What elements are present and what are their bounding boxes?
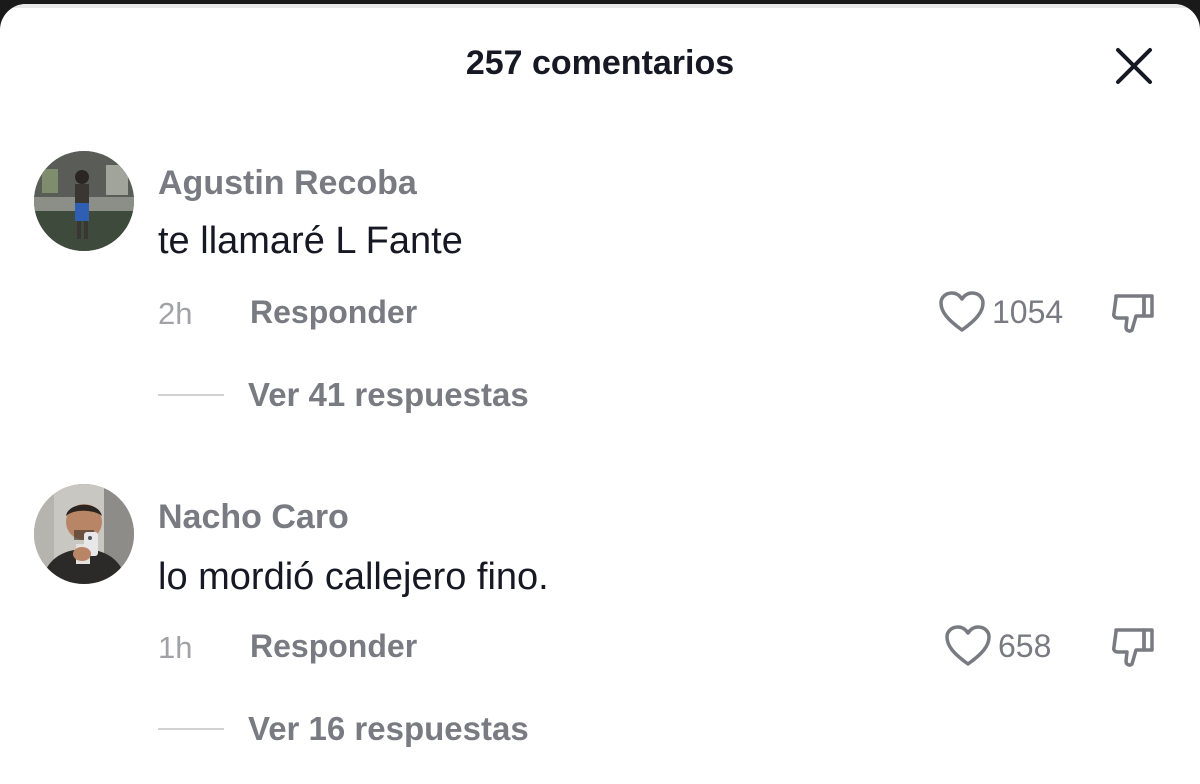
comment-username[interactable]: Nacho Caro	[158, 498, 349, 537]
comments-count-title: 257 comentarios	[465, 44, 735, 82]
thumbs-down-icon	[1112, 628, 1154, 667]
like-button[interactable]: 1054	[938, 290, 1063, 334]
like-button[interactable]: 658	[944, 624, 1051, 668]
avatar[interactable]	[34, 484, 134, 584]
dislike-button[interactable]	[1108, 290, 1156, 338]
like-count: 1054	[992, 293, 1064, 330]
comment-timestamp: 1h	[158, 630, 193, 665]
avatar[interactable]	[34, 151, 134, 251]
comment-text: lo mordió callejero fino.	[158, 556, 549, 598]
reply-button[interactable]: Responder	[250, 294, 417, 331]
comment-text: te llamaré L Fante	[158, 220, 463, 262]
view-replies-label: Ver 41 respuestas	[248, 376, 529, 413]
view-replies-button[interactable]: Ver 16 respuestas	[158, 710, 529, 748]
reply-button[interactable]: Responder	[250, 628, 417, 665]
dislike-button[interactable]	[1108, 624, 1156, 672]
heart-outline-icon	[939, 291, 985, 332]
comments-sheet: 257 comentarios Agustin Recoba te llamar	[0, 4, 1200, 784]
avatar-photo	[34, 151, 134, 251]
close-icon	[1116, 48, 1152, 84]
replies-divider	[158, 728, 224, 730]
like-count: 658	[998, 627, 1052, 664]
comment-username[interactable]: Agustin Recoba	[158, 164, 417, 203]
close-button[interactable]	[1112, 44, 1156, 88]
replies-divider	[158, 394, 224, 396]
view-replies-label: Ver 16 respuestas	[248, 710, 529, 747]
thumbs-down-icon	[1112, 294, 1154, 333]
comment-timestamp: 2h	[158, 296, 193, 331]
avatar-photo	[34, 484, 134, 584]
heart-outline-icon	[945, 625, 991, 666]
view-replies-button[interactable]: Ver 41 respuestas	[158, 376, 529, 414]
sheet-top-edge	[0, 4, 1200, 8]
